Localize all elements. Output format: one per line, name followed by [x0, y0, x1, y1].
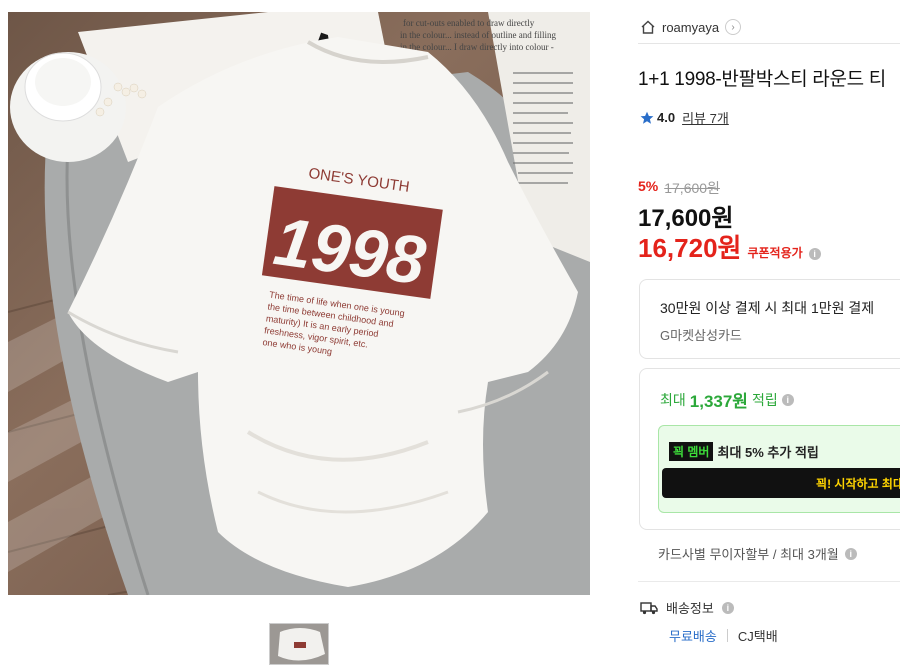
member-benefit-text: 최대 5% 추가 적립: [717, 445, 819, 460]
info-icon[interactable]: i: [808, 248, 821, 260]
seller-row[interactable]: roamyaya ›: [640, 17, 742, 37]
product-photo: for cut-outs enabled to draw directly in…: [8, 12, 590, 595]
info-icon[interactable]: i: [721, 601, 734, 614]
info-icon[interactable]: i: [844, 547, 857, 560]
svg-text:in the colour... instead of ou: in the colour... instead of outline and …: [400, 30, 556, 40]
badge-text-b: 멤버: [687, 445, 710, 459]
points-box: 최대 1,337원 적립 i 꾁 멤버 최대 5% 추가 적립 꾁! 시작하고 …: [639, 368, 900, 530]
svg-text:for cut-outs enabled to draw d: for cut-outs enabled to draw directly: [403, 18, 535, 28]
badge-text-a: 꾁: [673, 445, 685, 459]
points-title: 최대 1,337원 적립 i: [660, 387, 794, 412]
home-icon: [641, 20, 655, 34]
original-price: 17,600원: [664, 180, 720, 196]
card-benefit-text: 30만원 이상 결제 시 최대 1만원 결제: [660, 300, 875, 316]
shipping-detail: 무료배송 CJ택배: [669, 626, 778, 645]
info-icon[interactable]: i: [781, 393, 794, 406]
member-start-button[interactable]: 꾁! 시작하고 최대: [662, 468, 900, 498]
carrier-name: CJ택배: [737, 629, 778, 644]
review-count-link[interactable]: 리뷰 7개: [682, 108, 729, 127]
rating-value: 4.0: [657, 110, 676, 125]
divider: [638, 43, 900, 44]
truck-icon: [640, 601, 658, 614]
thumbnail-photo: [270, 624, 328, 664]
product-main-image[interactable]: for cut-outs enabled to draw directly in…: [8, 12, 590, 595]
shipping-label: 배송정보: [666, 601, 714, 616]
member-badge: 꾁 멤버: [669, 442, 714, 461]
points-prefix: 최대: [660, 391, 686, 408]
installment-text: 카드사별 무이자할부 / 최대 3개월: [658, 547, 839, 562]
member-line: 꾁 멤버 최대 5% 추가 적립: [669, 442, 819, 461]
star-icon: [640, 111, 654, 124]
product-info-panel: roamyaya › 1+1 1998-반팔박스티 라운드 티 4.0 리뷰 7…: [638, 0, 900, 666]
shipping-header: 배송정보 i: [640, 598, 734, 617]
chevron-right-icon[interactable]: ›: [725, 19, 742, 35]
book-text: for cut-outs enabled to draw directly in…: [400, 18, 556, 52]
rating-row: 4.0 리뷰 7개: [640, 108, 729, 127]
seller-name[interactable]: roamyaya: [662, 20, 719, 35]
card-benefit-box[interactable]: 30만원 이상 결제 시 최대 1만원 결제 G마켓삼성카드: [639, 279, 900, 359]
installment-info: 카드사별 무이자할부 / 최대 3개월 i: [658, 544, 857, 563]
free-shipping: 무료배송: [669, 629, 717, 644]
points-amount: 1,337원: [689, 392, 748, 411]
coupon-price-row: 16,720원 쿠폰적용가 i: [638, 228, 821, 265]
card-name: G마켓삼성카드: [660, 328, 742, 343]
points-suffix: 적립: [751, 391, 778, 408]
discount-row: 5% 17,600원: [638, 178, 720, 198]
separator: [726, 629, 728, 642]
product-thumbnail[interactable]: [269, 623, 329, 665]
coupon-label: 쿠폰적용가: [747, 246, 803, 260]
divider: [638, 581, 900, 582]
member-benefit-box: 꾁 멤버 최대 5% 추가 적립 꾁! 시작하고 최대: [658, 425, 900, 513]
coupon-price: 16,720원: [638, 233, 742, 263]
discount-rate: 5%: [638, 178, 659, 194]
product-title: 1+1 1998-반팔박스티 라운드 티: [638, 69, 886, 90]
svg-text:in the colour... I draw direct: in the colour... I draw directly into co…: [400, 42, 554, 52]
